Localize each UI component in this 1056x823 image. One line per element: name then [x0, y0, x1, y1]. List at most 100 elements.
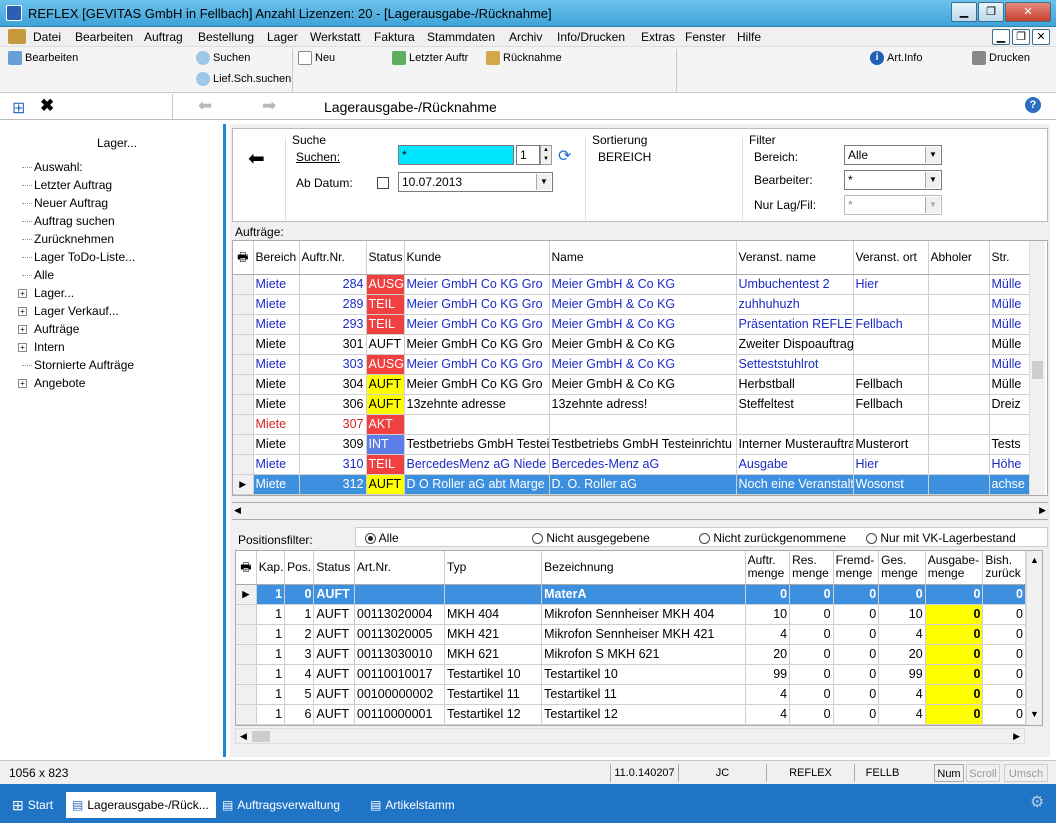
sidebar-item[interactable]: Lager Verkauf...: [34, 304, 119, 318]
row-indicator[interactable]: [236, 644, 257, 665]
gear-icon[interactable]: ⚙: [1030, 792, 1044, 812]
bearbeiten-button[interactable]: Bearbeiten: [8, 51, 78, 65]
sidebar-item[interactable]: Alle: [34, 268, 54, 282]
ruecknahme-button[interactable]: Rücknahme: [486, 51, 562, 65]
position-cell-ausg[interactable]: 0: [925, 584, 984, 605]
sidebar-item[interactable]: Lager ToDo-Liste...: [34, 250, 135, 264]
letzter-auftrag-button[interactable]: Letzter Auftr: [392, 51, 468, 65]
row-indicator[interactable]: [236, 704, 257, 725]
menu-faktura[interactable]: Faktura: [374, 30, 415, 44]
menu-archiv[interactable]: Archiv: [509, 30, 542, 44]
order-row[interactable]: Miete 284 AUSG Meier GmbH Co KG Gro Meier Gm…: [233, 274, 1032, 295]
grid-icon[interactable]: ⊞: [12, 98, 25, 118]
positions-scrollbar[interactable]: ▲ ▼: [1026, 551, 1042, 725]
col-status[interactable]: Status: [366, 241, 405, 275]
row-indicator[interactable]: [233, 454, 254, 475]
minimize-button[interactable]: ▁: [951, 2, 977, 22]
mdi-close-button[interactable]: ✕: [1032, 29, 1050, 45]
order-row[interactable]: Miete 301 AUFT Meier GmbH Co KG Gro Meier Gm…: [233, 334, 1032, 355]
order-row[interactable]: Miete 289 TEIL Meier GmbH Co KG Gro Meier Gm…: [233, 294, 1032, 315]
order-row[interactable]: Miete 293 TEIL Meier GmbH Co KG Gro Meier Gm…: [233, 314, 1032, 335]
menu-werkstatt[interactable]: Werkstatt: [310, 30, 360, 44]
position-cell-ausg[interactable]: 0: [925, 644, 984, 665]
row-indicator[interactable]: [233, 294, 254, 315]
row-indicator[interactable]: [233, 374, 254, 395]
row-indicator[interactable]: [236, 684, 257, 705]
sidebar-item[interactable]: Stornierte Aufträge: [34, 358, 134, 372]
menu-stammdaten[interactable]: Stammdaten: [427, 30, 495, 44]
menu-fenster[interactable]: Fenster: [685, 30, 726, 44]
radio-nicht-zurueckgenommene[interactable]: Nicht zurückgenommene: [699, 531, 846, 545]
position-cell-ausg[interactable]: 0: [925, 604, 984, 625]
position-row[interactable]: ▶ 1 0 AUFT MaterA 0 0 0 0 0 0: [236, 584, 1026, 605]
close-icon[interactable]: ✖: [40, 96, 54, 116]
expand-icon[interactable]: +: [18, 343, 27, 352]
nur-lag-fil-select[interactable]: * ▼: [844, 195, 942, 215]
position-cell-ausg[interactable]: 0: [925, 684, 984, 705]
sidebar-item[interactable]: Auftrag suchen: [34, 214, 115, 228]
order-row[interactable]: Miete 307 AKT: [233, 414, 1032, 435]
col-kunde[interactable]: Kunde: [404, 241, 550, 275]
search-input[interactable]: *: [398, 145, 514, 165]
col-auftr-menge[interactable]: Auftr. menge: [745, 551, 791, 585]
order-row[interactable]: Miete 303 AUSG Meier GmbH Co KG Gro Meier Gm…: [233, 354, 1032, 375]
menu-auftrag[interactable]: Auftrag: [144, 30, 183, 44]
maximize-button[interactable]: ❐: [978, 2, 1004, 22]
menu-hilfe[interactable]: Hilfe: [737, 30, 761, 44]
mdi-minimize-button[interactable]: ▁: [992, 29, 1010, 45]
sidebar-item[interactable]: Auswahl:: [34, 160, 83, 174]
help-icon[interactable]: ?: [1025, 97, 1041, 113]
drucken-button[interactable]: Drucken: [972, 51, 1030, 65]
menu-lager[interactable]: Lager: [267, 30, 298, 44]
expand-icon[interactable]: +: [18, 307, 27, 316]
ab-datum-field[interactable]: 10.07.2013 ▼: [398, 172, 553, 192]
sidebar-item[interactable]: Lager...: [34, 286, 74, 300]
col-bezeichnung[interactable]: Bezeichnung: [541, 551, 746, 585]
row-indicator[interactable]: [236, 624, 257, 645]
col-veranst-ort[interactable]: Veranst. ort: [853, 241, 929, 275]
order-row[interactable]: Miete 309 INT Testbetriebs GmbH Testei Testb…: [233, 434, 1032, 455]
row-indicator[interactable]: [233, 354, 254, 375]
position-cell-ausg[interactable]: 0: [925, 664, 984, 685]
position-row[interactable]: 1 3 AUFT 00113030010 MKH 621 Mikrofon S MKH 6…: [236, 644, 1026, 665]
menu-bestellung[interactable]: Bestellung: [198, 30, 254, 44]
row-indicator[interactable]: [233, 434, 254, 455]
expand-icon[interactable]: +: [18, 325, 27, 334]
task-lagerausgabe[interactable]: ▤ Lagerausgabe-/Rück...: [66, 792, 216, 818]
col-bish-zurueck[interactable]: Bish. zurück: [982, 551, 1026, 585]
sidebar-item[interactable]: Angebote: [34, 376, 85, 390]
position-row[interactable]: 1 6 AUFT 00110000001 Testartikel 12 Testartik…: [236, 704, 1026, 725]
order-row[interactable]: Miete 304 AUFT Meier GmbH Co KG Gro Meier Gm…: [233, 374, 1032, 395]
col-bereich[interactable]: Bereich: [253, 241, 300, 275]
bearbeiter-select[interactable]: * ▼: [844, 170, 942, 190]
back-arrow-icon[interactable]: ⬅: [198, 96, 212, 116]
start-button[interactable]: ⊞ Start: [6, 792, 59, 818]
count-input[interactable]: 1: [516, 145, 540, 165]
position-row[interactable]: 1 4 AUFT 00110010017 Testartikel 10 Testartik…: [236, 664, 1026, 685]
col-pos-status[interactable]: Status: [313, 551, 355, 585]
col-name[interactable]: Name: [549, 241, 737, 275]
lief-sch-suchen-button[interactable]: Lief.Sch.suchen: [196, 72, 291, 86]
col-fremd-menge[interactable]: Fremd- menge: [833, 551, 880, 585]
row-indicator[interactable]: ▶: [236, 584, 257, 605]
row-indicator[interactable]: [233, 394, 254, 415]
art-info-button[interactable]: i Art.Info: [870, 51, 922, 65]
expand-icon[interactable]: +: [18, 379, 27, 388]
sidebar-item[interactable]: Intern: [34, 340, 65, 354]
col-pos[interactable]: Pos.: [284, 551, 315, 585]
col-str[interactable]: Str.: [989, 241, 1032, 275]
print-icon[interactable]: 🖶: [233, 241, 254, 275]
refresh-icon[interactable]: ⟳: [558, 146, 571, 166]
col-typ[interactable]: Typ: [444, 551, 543, 585]
sidebar-item[interactable]: Zurücknehmen: [34, 232, 114, 246]
position-row[interactable]: 1 1 AUFT 00113020004 MKH 404 Mikrofon Sennhei…: [236, 604, 1026, 625]
row-indicator[interactable]: [233, 414, 254, 435]
print-icon[interactable]: 🖶: [236, 551, 257, 585]
radio-nicht-ausgegebene[interactable]: Nicht ausgegebene: [532, 531, 650, 545]
radio-alle[interactable]: Alle: [365, 531, 399, 545]
col-kap[interactable]: Kap.: [256, 551, 286, 585]
row-indicator[interactable]: [233, 274, 254, 295]
task-artikelstamm[interactable]: ▤ Artikelstamm: [364, 792, 461, 818]
row-indicator[interactable]: [233, 314, 254, 335]
positions-hscrollbar[interactable]: ◀ ▶: [235, 728, 1025, 744]
